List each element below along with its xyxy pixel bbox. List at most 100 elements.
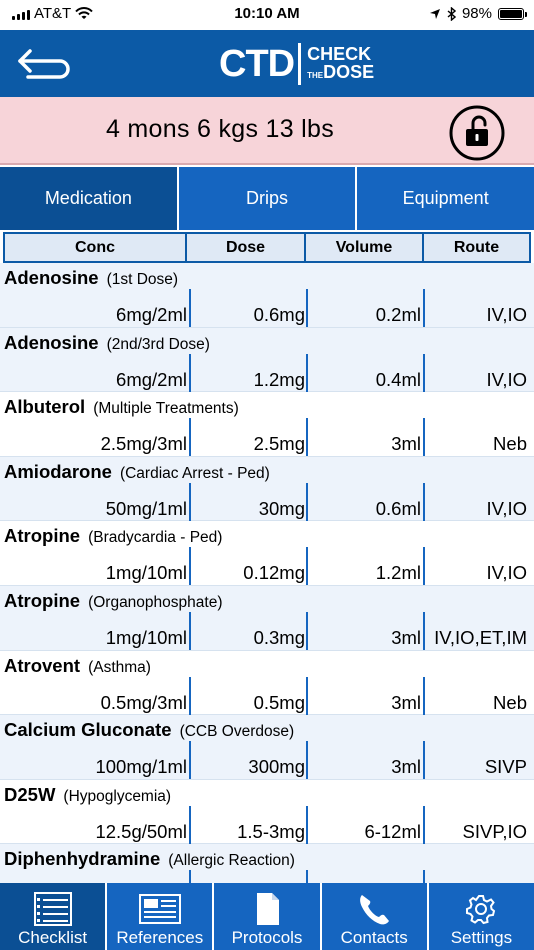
medication-list[interactable]: Adenosine (1st Dose) 6mg/2ml 0.6mg 0.2ml … [0, 263, 534, 883]
back-arrow-icon[interactable] [14, 44, 78, 84]
medication-row[interactable]: Albuterol (Multiple Treatments) 2.5mg/3ml… [0, 392, 534, 457]
medication-volume: 6-12ml [364, 820, 421, 842]
medication-dose: 2.5mg [253, 433, 305, 455]
medication-dose [189, 870, 305, 883]
nav-protocols-label: Protocols [231, 928, 303, 947]
medication-indication: (CCB Overdose) [179, 723, 295, 741]
column-volume: Volume [306, 234, 424, 261]
medication-conc: 50mg/1ml [105, 497, 187, 519]
medication-volume [307, 870, 421, 883]
medication-name: Calcium Gluconate [4, 719, 172, 741]
status-right: 98% [429, 5, 527, 22]
app-logo: CTD CHECK THEDOSE [219, 40, 374, 88]
medication-volume: 3ml [391, 756, 421, 778]
nav-settings-label: Settings [450, 928, 513, 947]
logo-line2: DOSE [323, 62, 375, 82]
medication-indication: (2nd/3rd Dose) [106, 335, 210, 353]
medication-row[interactable]: Amiodarone (Cardiac Arrest - Ped) 50mg/1m… [0, 456, 534, 522]
medication-row[interactable]: Diphenhydramine (Allergic Reaction) [0, 844, 534, 883]
medication-volume: 0.4ml [375, 368, 421, 390]
medication-route: Neb [493, 691, 527, 713]
document-icon [257, 893, 279, 925]
medication-row[interactable]: Calcium Gluconate (CCB Overdose) 100mg/1m… [0, 715, 534, 780]
medication-indication: (Hypoglycemia) [63, 787, 172, 805]
medication-route: IV,IO,ET,IM [434, 626, 527, 648]
medication-indication: (Bradycardia - Ped) [88, 529, 223, 547]
bluetooth-icon [447, 6, 456, 21]
battery-percent: 98% [461, 5, 492, 22]
nav-checklist-label: Checklist [18, 928, 88, 947]
medication-indication: (Cardiac Arrest - Ped) [119, 464, 270, 482]
medication-dose: 0.6mg [253, 304, 305, 325]
medication-dose: 0.12mg [243, 562, 305, 584]
medication-indication: (Organophosphate) [88, 593, 223, 611]
nav-contacts[interactable]: Contacts [321, 883, 429, 950]
medication-row[interactable]: D25W (Hypoglycemia) 12.5g/50ml 1.5-3mg 6-… [0, 780, 534, 845]
battery-icon [498, 7, 527, 20]
medication-route: Neb [493, 433, 527, 455]
medication-name: Amiodarone [4, 460, 112, 482]
references-icon [138, 894, 181, 924]
medication-volume: 0.6ml [375, 497, 421, 519]
nav-references-label: References [116, 928, 204, 947]
phone-icon [360, 895, 390, 925]
unlock-icon[interactable] [449, 105, 505, 161]
medication-volume: 1.2ml [375, 562, 421, 584]
medication-row[interactable]: Atropine (Bradycardia - Ped) 1mg/10ml 0.1… [0, 521, 534, 586]
medication-route: IV,IO [486, 497, 527, 519]
medication-conc: 100mg/1ml [95, 756, 187, 778]
medication-conc: 1mg/10ml [105, 562, 187, 584]
nav-settings[interactable]: Settings [428, 883, 534, 950]
medication-route [423, 870, 527, 883]
tab-drips[interactable]: Drips [178, 167, 358, 230]
app-screen: AT&T 10:10 AM 98% CTD CHECK THEDOSE 4 mo… [0, 0, 534, 950]
medication-volume: 0.2ml [375, 304, 421, 325]
medication-name: Diphenhydramine [4, 848, 161, 870]
location-icon [429, 8, 440, 19]
gear-icon [466, 895, 496, 925]
medication-route: SIVP,IO [462, 820, 527, 842]
nav-contacts-label: Contacts [340, 928, 408, 947]
medication-row[interactable]: Adenosine (2nd/3rd Dose) 6mg/2ml 1.2mg 0.… [0, 327, 534, 393]
medication-conc: 2.5mg/3ml [100, 433, 187, 455]
status-bar: AT&T 10:10 AM 98% [0, 0, 534, 30]
category-tabs: Medication Drips Equipment [0, 167, 534, 230]
medication-volume: 3ml [391, 626, 421, 648]
medication-conc: 6mg/2ml [116, 368, 187, 390]
medication-name: Atrovent [4, 654, 81, 676]
nav-checklist[interactable]: Checklist [0, 883, 108, 950]
tab-medication[interactable]: Medication [0, 167, 179, 230]
medication-route: IV,IO [486, 368, 527, 390]
tab-equipment[interactable]: Equipment [357, 167, 534, 230]
medication-name: Atropine [4, 525, 81, 547]
column-dose: Dose [187, 234, 306, 261]
medication-dose: 1.5-3mg [237, 820, 305, 842]
nav-protocols[interactable]: Protocols [214, 883, 322, 950]
medication-conc: 12.5g/50ml [95, 820, 187, 842]
medication-route: IV,IO [486, 304, 527, 325]
medication-dose: 0.5mg [253, 691, 305, 713]
column-conc: Conc [5, 234, 187, 261]
patient-summary: 4 mons 6 kgs 13 lbs [105, 115, 335, 143]
medication-dose: 300mg [248, 756, 305, 778]
medication-row[interactable]: Adenosine (1st Dose) 6mg/2ml 0.6mg 0.2ml … [0, 263, 534, 328]
medication-route: IV,IO [486, 562, 527, 584]
medication-name: Atropine [4, 589, 81, 611]
medication-name: D25W [4, 783, 56, 805]
logo-main: CTD [219, 43, 295, 85]
medication-dose: 1.2mg [253, 368, 305, 390]
medication-row[interactable]: Atrovent (Asthma) 0.5mg/3ml 0.5mg 3ml Neb [0, 651, 534, 716]
nav-references[interactable]: References [107, 883, 215, 950]
checklist-icon [33, 892, 72, 926]
medication-indication: (Multiple Treatments) [93, 400, 239, 418]
medication-dose: 30mg [258, 497, 305, 519]
medication-indication: (Asthma) [88, 658, 151, 676]
medication-volume: 3ml [391, 691, 421, 713]
medication-indication: (1st Dose) [106, 271, 179, 288]
bottom-nav: Checklist References Protocols Contacts … [0, 883, 534, 950]
column-route: Route [453, 238, 500, 256]
medication-row[interactable]: Atropine (Organophosphate) 1mg/10ml 0.3mg… [0, 585, 534, 651]
logo-the: THE [307, 71, 324, 80]
medication-indication: (Allergic Reaction) [168, 852, 295, 870]
medication-conc: 1mg/10ml [105, 626, 187, 648]
